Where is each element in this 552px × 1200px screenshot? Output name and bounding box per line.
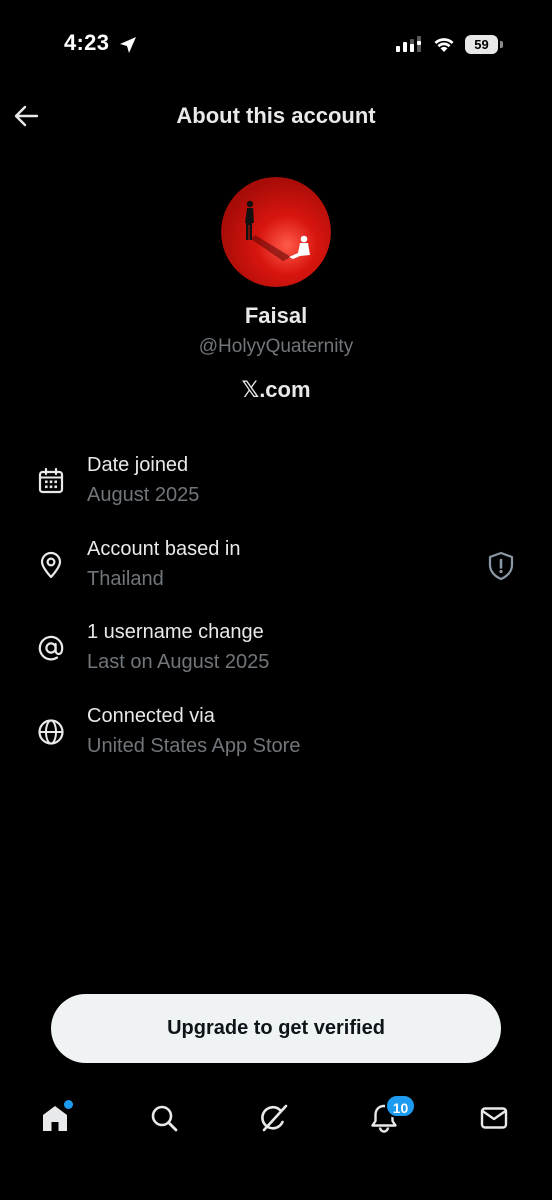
- info-row-connected-via: Connected via United States App Store: [0, 697, 552, 781]
- info-subtitle: Last on August 2025: [87, 651, 270, 673]
- site-suffix: .com: [259, 377, 311, 402]
- tab-grok[interactable]: [254, 1098, 294, 1138]
- signal-icon: [396, 36, 421, 52]
- mail-icon: [480, 1107, 508, 1129]
- info-title: Connected via: [87, 704, 215, 727]
- wifi-icon: [434, 38, 454, 52]
- tab-messages[interactable]: [474, 1098, 514, 1138]
- shield-button[interactable]: [485, 550, 517, 582]
- info-title: Account based in: [87, 537, 241, 560]
- tab-home[interactable]: [35, 1098, 75, 1138]
- location-arrow-icon: [120, 37, 136, 53]
- shield-icon: [488, 551, 514, 580]
- site-label: 𝕏.com: [0, 377, 552, 403]
- info-subtitle: United States App Store: [87, 734, 301, 757]
- battery-icon: 59: [465, 35, 505, 54]
- globe-icon: [38, 718, 64, 745]
- info-row-date-joined: Date joined August 2025: [0, 446, 552, 530]
- info-row-account-based-in: Account based in Thailand: [0, 530, 552, 614]
- info-subtitle: August 2025: [87, 484, 200, 506]
- tab-bar: 10: [0, 1090, 552, 1150]
- info-row-username-change: 1 username change Last on August 2025: [0, 613, 552, 697]
- display-name: Faisal: [244, 303, 308, 328]
- calendar-icon: [38, 467, 64, 494]
- info-title: 1 username change: [87, 621, 264, 643]
- battery-level: 59: [465, 35, 498, 54]
- at-sign-icon: [38, 635, 64, 661]
- page-title: About this account: [176, 103, 376, 128]
- search-icon: [151, 1105, 178, 1132]
- location-pin-icon: [40, 551, 62, 578]
- info-subtitle: Thailand: [87, 567, 164, 590]
- grok-icon: [261, 1104, 288, 1132]
- info-list: Date joined August 2025 Account based in…: [0, 446, 552, 780]
- tab-notifications[interactable]: 10: [364, 1094, 416, 1138]
- x-logo: 𝕏: [241, 378, 260, 403]
- handle: @HolyyQuaternity: [198, 336, 354, 357]
- upgrade-button[interactable]: Upgrade to get verified: [51, 994, 501, 1063]
- notifications-badge: 10: [385, 1094, 416, 1118]
- avatar[interactable]: [221, 177, 331, 287]
- status-time: 4:23: [64, 30, 110, 55]
- status-bar: 4:23 59: [0, 0, 552, 90]
- tab-search[interactable]: [144, 1098, 184, 1138]
- info-title: Date joined: [87, 454, 189, 476]
- header: About this account: [0, 90, 552, 142]
- home-notification-dot: [64, 1100, 73, 1109]
